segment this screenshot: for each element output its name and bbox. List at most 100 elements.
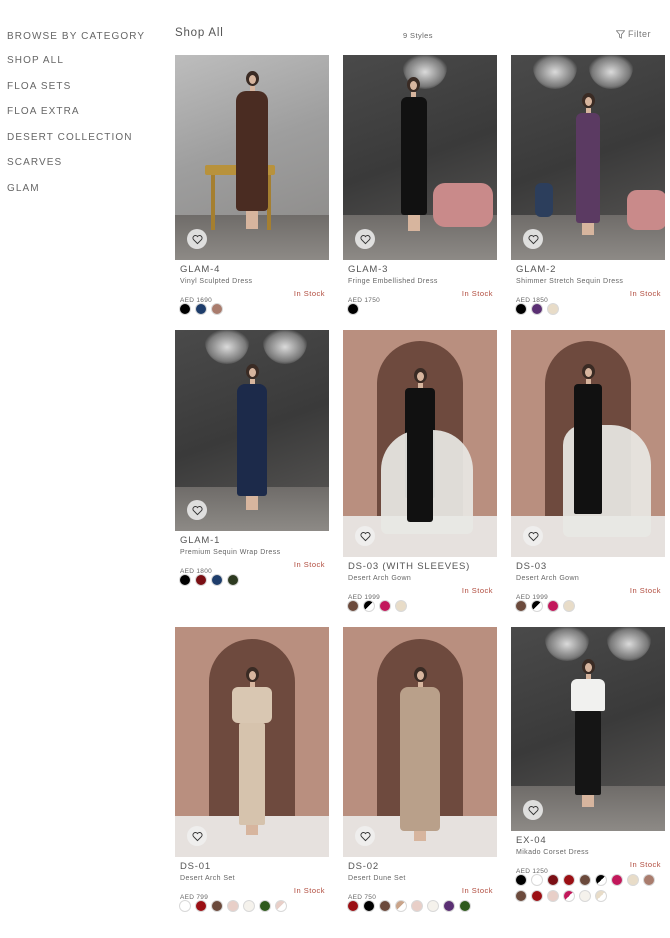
color-swatch[interactable]	[211, 574, 223, 586]
product-card[interactable]: EX-04 Mikado Corset Dress AED 1250 In St…	[511, 627, 665, 902]
product-image[interactable]	[511, 55, 665, 260]
product-card[interactable]: GLAM-2 Shimmer Stretch Sequin Dress AED …	[511, 55, 665, 315]
color-swatch[interactable]	[547, 303, 559, 315]
color-swatch[interactable]	[363, 900, 375, 912]
product-card[interactable]: DS-03 Desert Arch Gown AED 1999 In Stock	[511, 330, 665, 612]
color-swatch[interactable]	[427, 900, 439, 912]
color-swatch[interactable]	[531, 600, 543, 612]
color-swatch[interactable]	[179, 900, 191, 912]
color-swatch[interactable]	[547, 874, 559, 886]
color-swatch[interactable]	[531, 303, 543, 315]
product-image[interactable]	[343, 627, 497, 857]
color-swatch[interactable]	[363, 600, 375, 612]
style-count: 9 Styles	[403, 31, 433, 40]
color-swatch[interactable]	[515, 874, 527, 886]
color-swatch[interactable]	[347, 900, 359, 912]
color-swatch[interactable]	[531, 890, 543, 902]
heart-icon	[527, 531, 539, 541]
favorite-button[interactable]	[523, 800, 543, 820]
product-image[interactable]	[175, 330, 329, 531]
color-swatch[interactable]	[179, 303, 191, 315]
color-swatch[interactable]	[579, 890, 591, 902]
color-swatch[interactable]	[563, 890, 575, 902]
color-swatch[interactable]	[211, 303, 223, 315]
product-price: AED 799	[180, 894, 209, 901]
color-swatch[interactable]	[611, 874, 623, 886]
color-swatch[interactable]	[379, 600, 391, 612]
color-swatch[interactable]	[259, 900, 271, 912]
filter-label: Filter	[628, 29, 651, 39]
stock-status: In Stock	[293, 886, 325, 895]
product-image[interactable]	[511, 330, 665, 557]
product-image[interactable]	[175, 55, 329, 260]
heart-icon	[191, 505, 203, 515]
sidebar-item-desert-collection[interactable]: DESERT COLLECTION	[7, 132, 157, 143]
color-swatch[interactable]	[395, 900, 407, 912]
color-swatch[interactable]	[643, 874, 655, 886]
favorite-button[interactable]	[187, 229, 207, 249]
color-swatch[interactable]	[515, 600, 527, 612]
color-swatch[interactable]	[563, 600, 575, 612]
color-swatch[interactable]	[195, 900, 207, 912]
color-swatch[interactable]	[627, 874, 639, 886]
product-price: AED 1999	[348, 594, 381, 601]
color-swatch[interactable]	[395, 600, 407, 612]
product-image[interactable]	[175, 627, 329, 857]
color-swatch[interactable]	[515, 303, 527, 315]
color-swatch[interactable]	[211, 900, 223, 912]
color-swatch[interactable]	[459, 900, 471, 912]
product-card[interactable]: GLAM-3 Fringe Embellished Dress AED 1750…	[343, 55, 497, 315]
sidebar-item-floa-sets[interactable]: FLOA SETS	[7, 81, 157, 92]
product-image[interactable]	[343, 55, 497, 260]
color-swatch[interactable]	[227, 574, 239, 586]
product-price: AED 1999	[516, 594, 549, 601]
favorite-button[interactable]	[355, 229, 375, 249]
product-card[interactable]: DS-02 Desert Dune Set AED 750 In Stock	[343, 627, 497, 912]
sidebar-item-floa-extra[interactable]: FLOA EXTRA	[7, 106, 157, 117]
heart-icon	[527, 805, 539, 815]
color-swatch[interactable]	[195, 574, 207, 586]
color-swatch[interactable]	[595, 890, 607, 902]
sidebar-item-glam[interactable]: GLAM	[7, 183, 157, 194]
favorite-button[interactable]	[187, 500, 207, 520]
color-swatch[interactable]	[595, 874, 607, 886]
color-swatches	[175, 303, 329, 315]
color-swatches	[511, 600, 665, 612]
color-swatch[interactable]	[179, 574, 191, 586]
sidebar-item-scarves[interactable]: SCARVES	[7, 157, 157, 168]
filter-button[interactable]: Filter	[616, 29, 651, 39]
product-card[interactable]: GLAM-1 Premium Sequin Wrap Dress AED 180…	[175, 330, 329, 586]
color-swatch[interactable]	[563, 874, 575, 886]
product-image[interactable]	[343, 330, 497, 557]
sidebar-item-shop-all[interactable]: SHOP ALL	[7, 55, 157, 66]
color-swatch[interactable]	[547, 600, 559, 612]
favorite-button[interactable]	[523, 526, 543, 546]
color-swatch[interactable]	[347, 600, 359, 612]
product-card[interactable]: DS-01 Desert Arch Set AED 799 In Stock	[175, 627, 329, 912]
favorite-button[interactable]	[355, 826, 375, 846]
color-swatch[interactable]	[227, 900, 239, 912]
product-price: AED 1690	[180, 297, 213, 304]
color-swatch[interactable]	[347, 303, 359, 315]
color-swatch[interactable]	[243, 900, 255, 912]
favorite-button[interactable]	[187, 826, 207, 846]
color-swatch[interactable]	[195, 303, 207, 315]
product-name: Mikado Corset Dress	[516, 849, 589, 856]
favorite-button[interactable]	[523, 229, 543, 249]
product-image[interactable]	[511, 627, 665, 831]
color-swatch[interactable]	[379, 900, 391, 912]
color-swatch[interactable]	[411, 900, 423, 912]
color-swatch[interactable]	[443, 900, 455, 912]
color-swatch[interactable]	[275, 900, 287, 912]
color-swatch[interactable]	[579, 874, 591, 886]
product-card[interactable]: GLAM-4 Vinyl Sculpted Dress AED 1690 In …	[175, 55, 329, 315]
color-swatch[interactable]	[515, 890, 527, 902]
color-swatch[interactable]	[531, 874, 543, 886]
color-swatch[interactable]	[547, 890, 559, 902]
sidebar-heading: BROWSE BY CATEGORY	[7, 31, 146, 42]
product-code: DS-02	[348, 861, 379, 872]
product-name: Desert Arch Gown	[516, 575, 580, 582]
product-card[interactable]: DS-03 (WITH SLEEVES) Desert Arch Gown AE…	[343, 330, 497, 612]
favorite-button[interactable]	[355, 526, 375, 546]
heart-icon	[359, 531, 371, 541]
